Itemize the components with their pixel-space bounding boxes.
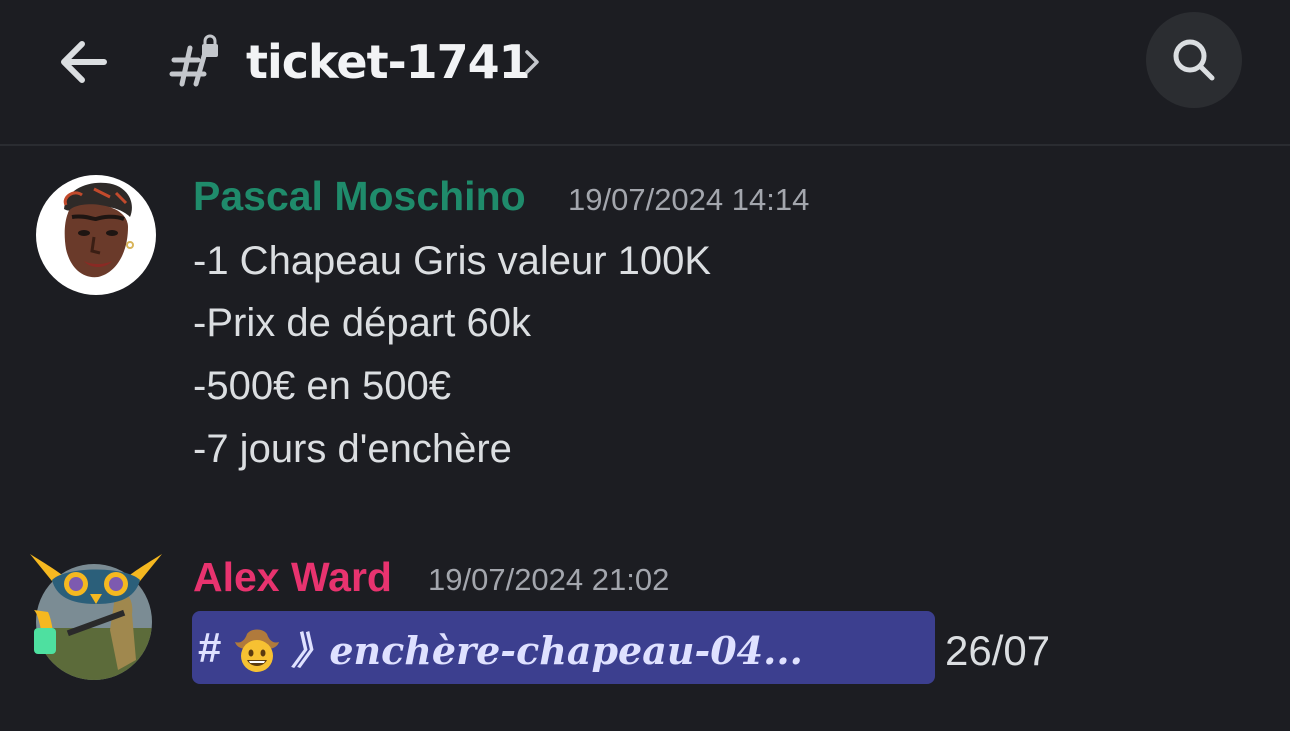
avatar[interactable] <box>26 550 166 680</box>
back-button[interactable] <box>48 26 120 98</box>
message-author[interactable]: Alex Ward <box>193 551 392 603</box>
cowboy-face-icon <box>235 629 280 672</box>
message-line: -Prix de départ 60k <box>193 301 531 345</box>
arrow-left-icon <box>61 41 107 83</box>
avatar[interactable] <box>36 175 156 295</box>
chevron-right-icon[interactable] <box>520 44 544 80</box>
mention-hash: # <box>198 623 222 671</box>
message-line: -500€ en 500€ <box>193 364 452 408</box>
channel-header: ticket-1741 <box>0 0 1290 146</box>
channel-title[interactable]: ticket-1741 <box>246 30 531 94</box>
locked-hash-icon <box>169 34 218 87</box>
message-timestamp: 19/07/2024 14:14 <box>568 182 810 217</box>
search-button[interactable] <box>1146 12 1242 108</box>
mention-channel-name: 》𝒆𝒏𝒄𝒉è𝒓𝒆-𝒄𝒉𝒂𝒑𝒆𝒂𝒖-04... <box>291 628 803 673</box>
message-timestamp: 19/07/2024 21:02 <box>428 562 670 597</box>
channel-mention-link[interactable]: # 》𝒆𝒏𝒄𝒉è𝒓𝒆-𝒄𝒉𝒂𝒑𝒆𝒂𝒖-04... <box>192 611 935 684</box>
search-icon <box>1173 39 1215 81</box>
message-text: 26/07 <box>945 627 1051 674</box>
message-line: -7 jours d'enchère <box>193 427 512 471</box>
message-author[interactable]: Pascal Moschino <box>193 170 526 222</box>
message-line: -1 Chapeau Gris valeur 100K <box>193 239 712 283</box>
